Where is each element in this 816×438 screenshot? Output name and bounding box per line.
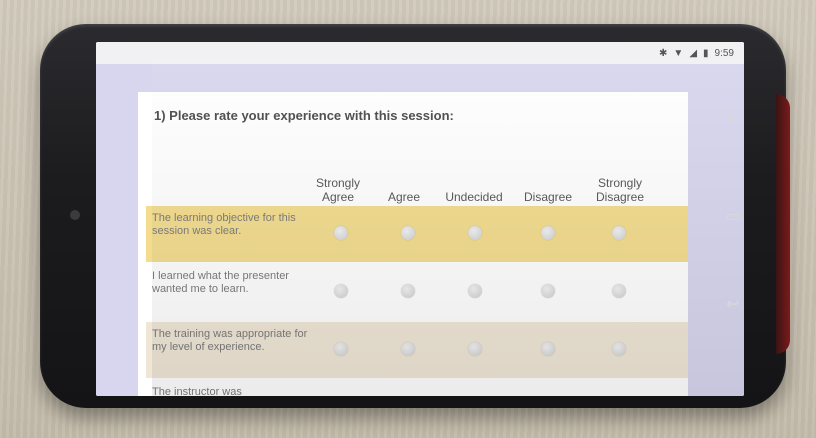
hardware-nav-keys: ▯ ▭ ↩ xyxy=(722,94,752,354)
wifi-icon: ▼ xyxy=(673,47,684,59)
radio-disagree[interactable] xyxy=(541,342,555,356)
phone-screen: ✱ ▼ ◢ ▮ 9:59 1) Please rate your experie… xyxy=(96,42,744,396)
radio-strongly-agree[interactable] xyxy=(334,342,348,356)
radio-strongly-agree[interactable] xyxy=(334,284,348,298)
radio-strongly-disagree[interactable] xyxy=(612,284,626,298)
question-title: 1) Please rate your experience with this… xyxy=(154,108,454,123)
bluetooth-icon: ✱ xyxy=(659,47,668,59)
row-label: I learned what the presenter wanted me t… xyxy=(152,270,289,295)
radio-undecided[interactable] xyxy=(468,342,482,356)
column-header: Undecided xyxy=(445,190,503,204)
radio-agree[interactable] xyxy=(401,342,415,356)
radio-disagree[interactable] xyxy=(541,284,555,298)
radio-undecided[interactable] xyxy=(468,226,482,240)
column-header: Strongly Agree xyxy=(315,176,361,204)
column-header-row: Strongly Agree Agree Undecided Disagree … xyxy=(138,168,688,204)
radio-undecided[interactable] xyxy=(468,284,482,298)
phone-red-edge xyxy=(776,94,790,354)
status-bar: ✱ ▼ ◢ ▮ 9:59 xyxy=(96,42,744,64)
table-row: The instructor was xyxy=(146,380,688,396)
recent-apps-icon[interactable]: ▯ xyxy=(722,104,744,124)
row-label: The instructor was xyxy=(152,386,242,396)
table-row: The learning objective for this session … xyxy=(146,206,688,262)
radio-strongly-disagree[interactable] xyxy=(612,342,626,356)
radio-agree[interactable] xyxy=(401,284,415,298)
column-header: Agree xyxy=(387,190,421,204)
radio-strongly-agree[interactable] xyxy=(334,226,348,240)
row-label: The training was appropriate for my leve… xyxy=(152,328,308,353)
column-header: Strongly Disagree xyxy=(595,176,645,204)
phone: ✱ ▼ ◢ ▮ 9:59 1) Please rate your experie… xyxy=(40,24,790,408)
survey-card: 1) Please rate your experience with this… xyxy=(138,92,688,396)
radio-strongly-disagree[interactable] xyxy=(612,226,626,240)
signal-icon: ◢ xyxy=(689,47,698,59)
status-time: 9:59 xyxy=(714,47,734,59)
row-label: The learning objective for this session … xyxy=(152,212,296,237)
back-icon[interactable]: ↩ xyxy=(722,294,744,314)
radio-agree[interactable] xyxy=(401,226,415,240)
radio-disagree[interactable] xyxy=(541,226,555,240)
home-icon[interactable]: ▭ xyxy=(722,206,744,226)
battery-icon: ▮ xyxy=(703,47,709,59)
column-header: Disagree xyxy=(523,190,573,204)
front-camera xyxy=(70,210,80,220)
table-row: The training was appropriate for my leve… xyxy=(146,322,688,378)
table-row: I learned what the presenter wanted me t… xyxy=(146,264,688,320)
